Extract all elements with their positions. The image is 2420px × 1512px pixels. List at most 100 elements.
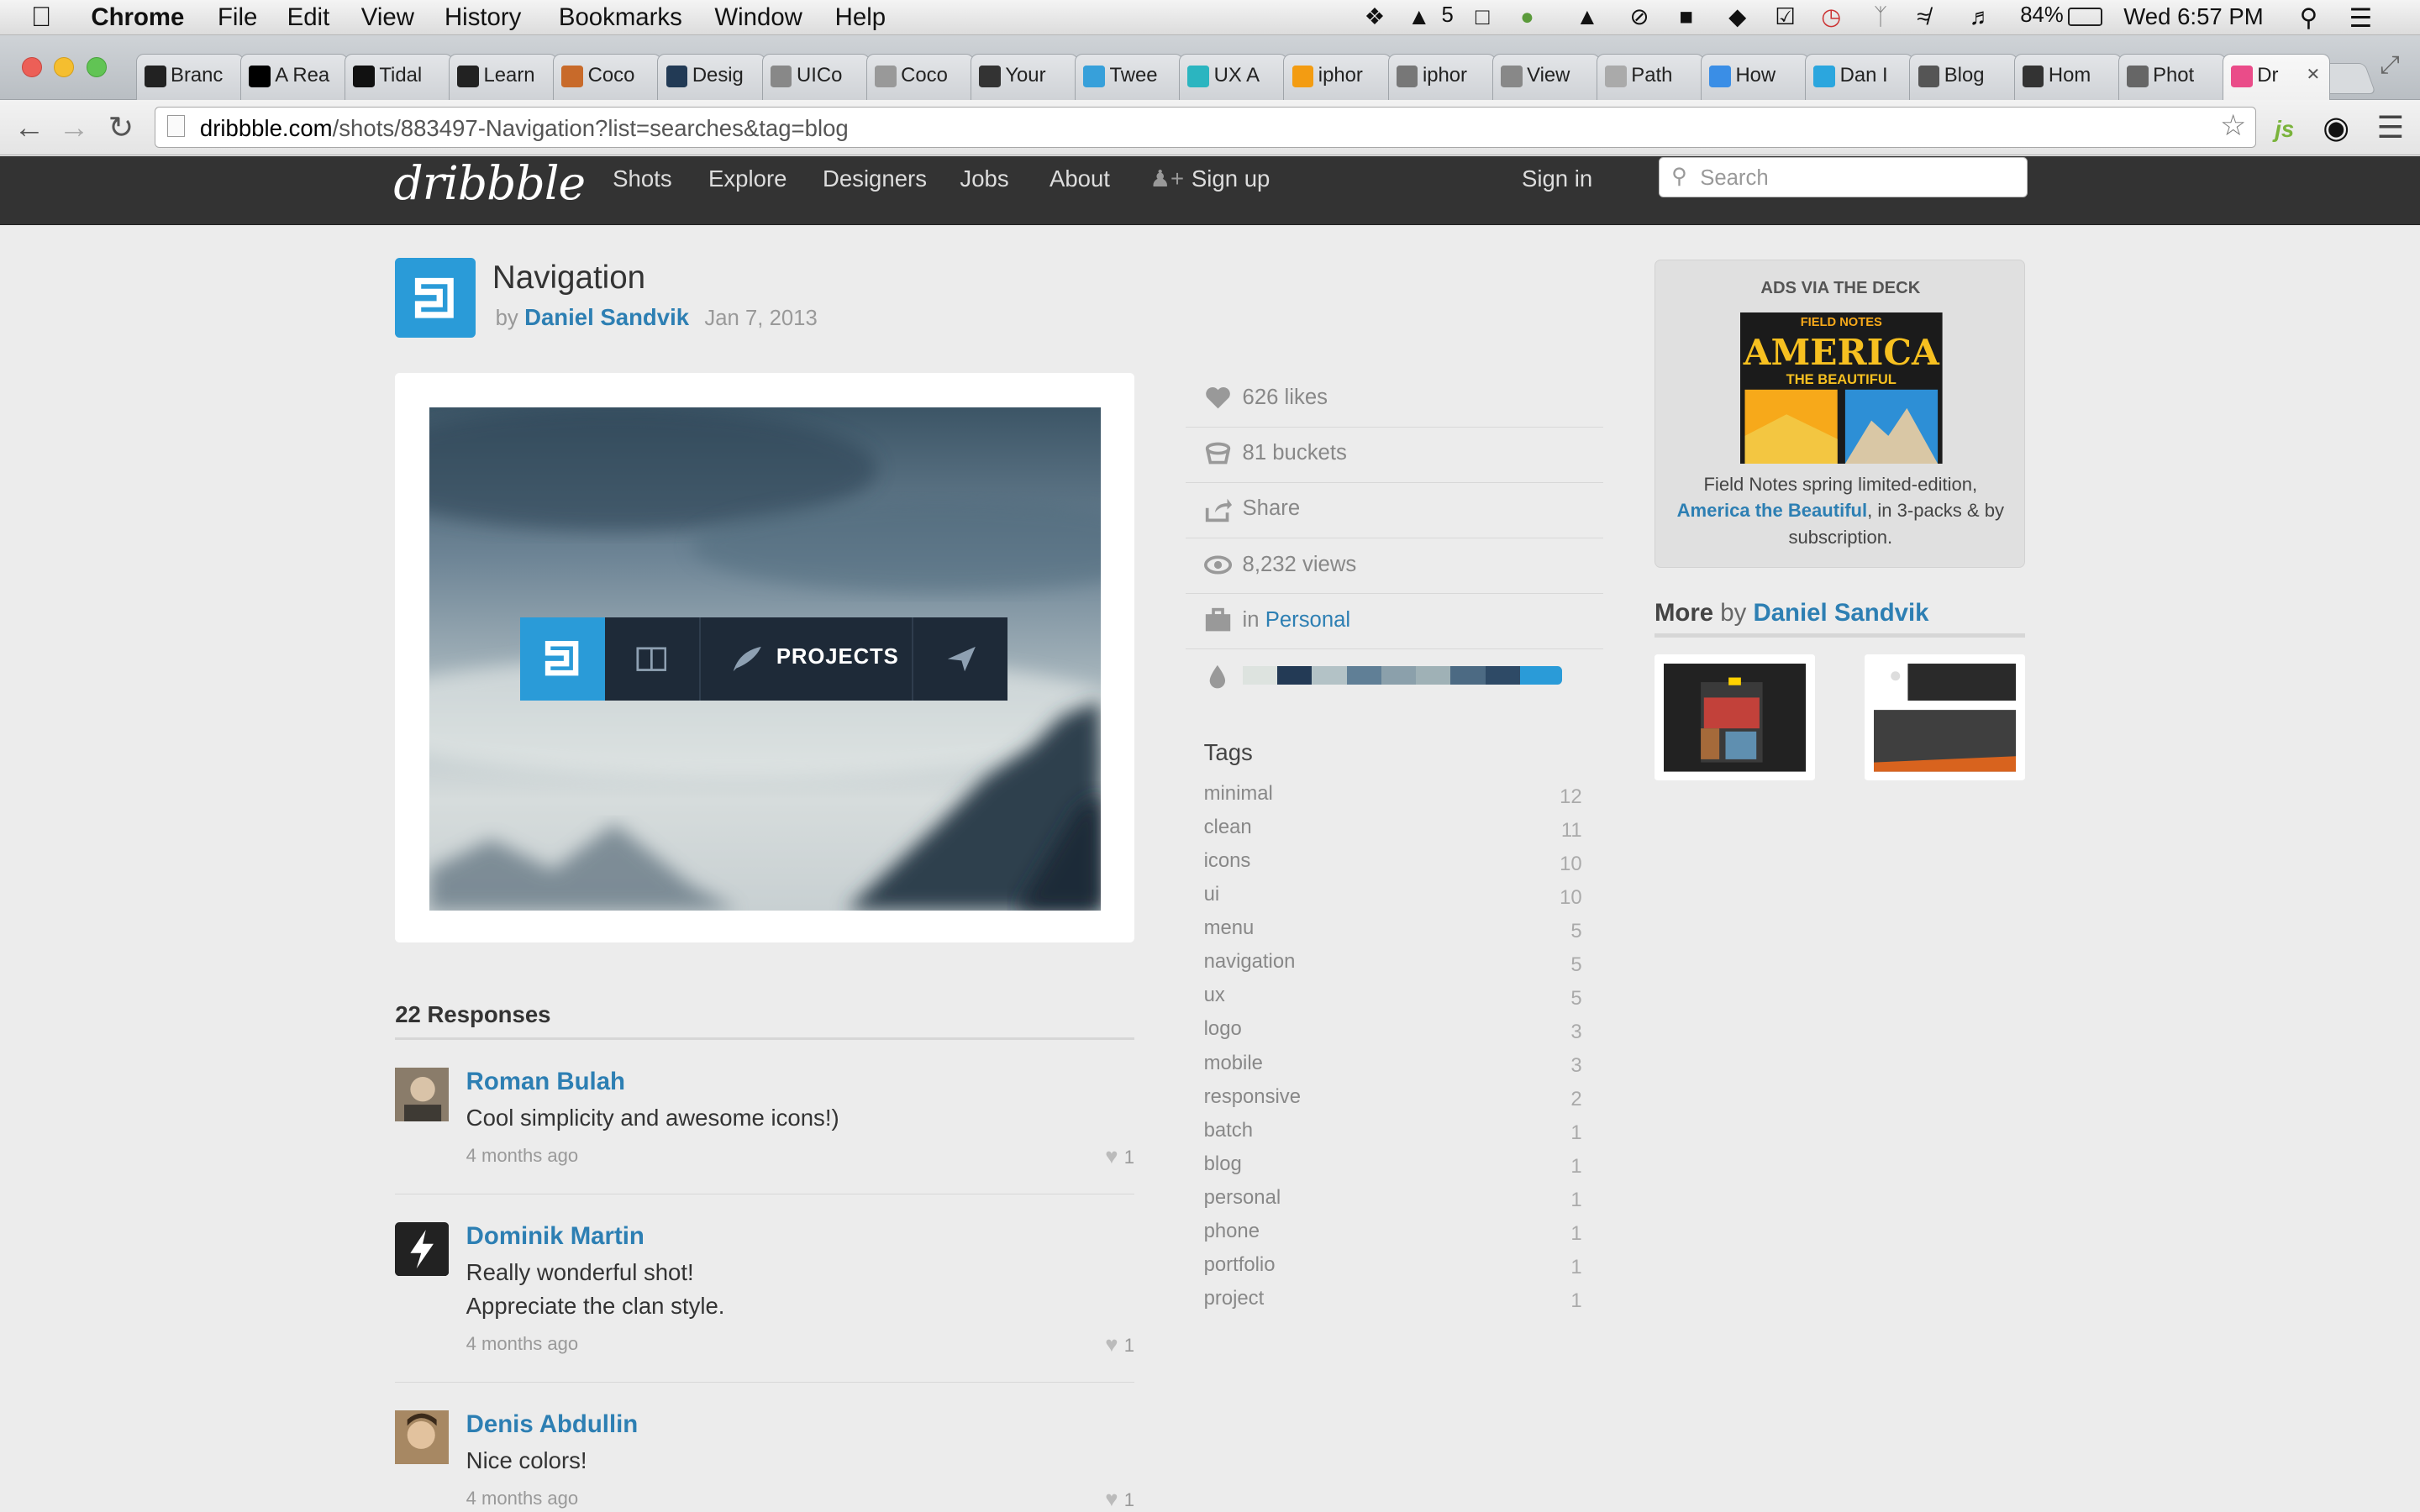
- more-shot-thumb-2[interactable]: [1864, 654, 2025, 781]
- commenter-name[interactable]: Denis Abdullin: [466, 1410, 639, 1439]
- tag-item[interactable]: logo 3: [1204, 1017, 1582, 1043]
- designer-avatar[interactable]: [395, 257, 476, 339]
- tag-item[interactable]: personal 1: [1204, 1186, 1582, 1212]
- camera-icon[interactable]: ■: [1679, 3, 1693, 30]
- commenter-avatar[interactable]: [395, 1067, 450, 1122]
- dropbox-icon[interactable]: ❖: [1365, 3, 1386, 30]
- comment-like[interactable]: ♥ 1: [1105, 1145, 1134, 1169]
- tag-item[interactable]: navigation 5: [1204, 950, 1582, 976]
- tag-item[interactable]: ui 10: [1204, 883, 1582, 909]
- clock[interactable]: Wed 6:57 PM: [2123, 3, 2263, 30]
- nav-shots[interactable]: Shots: [613, 165, 671, 192]
- chrome-menu-icon[interactable]: ☰: [2377, 111, 2405, 144]
- tag-item[interactable]: ux 5: [1204, 984, 1582, 1010]
- tag-item[interactable]: menu 5: [1204, 916, 1582, 942]
- wifi-icon[interactable]: ≉: [1917, 3, 1929, 30]
- nav-designers[interactable]: Designers: [823, 165, 927, 192]
- browser-tab[interactable]: Path: [1596, 54, 1705, 101]
- search-input[interactable]: Search: [1659, 157, 2028, 198]
- menu-history[interactable]: History: [445, 3, 521, 32]
- hat-icon[interactable]: ▲: [1576, 3, 1598, 30]
- browser-tab[interactable]: Blog: [1909, 54, 2018, 101]
- browser-tab[interactable]: UX A: [1179, 54, 1287, 101]
- nav-signin[interactable]: Sign in: [1522, 165, 1592, 192]
- tag-item[interactable]: responsive 2: [1204, 1085, 1582, 1111]
- browser-tab[interactable]: Branc: [135, 54, 245, 101]
- browser-tab[interactable]: UICo: [761, 54, 871, 101]
- browser-tab[interactable]: Tidal: [344, 54, 453, 101]
- close-window-button[interactable]: [21, 56, 42, 77]
- close-tab-icon[interactable]: ✕: [2306, 64, 2320, 85]
- color-swatch[interactable]: [1312, 666, 1348, 685]
- likes-stat[interactable]: 626 likes: [1185, 372, 1604, 428]
- tag-item[interactable]: phone 1: [1204, 1220, 1582, 1246]
- more-author-link[interactable]: Daniel Sandvik: [1754, 599, 1929, 627]
- eye-extension-icon[interactable]: ◉: [2323, 111, 2349, 144]
- color-swatch[interactable]: [1416, 666, 1452, 685]
- spotlight-icon[interactable]: ⚲: [2300, 3, 2318, 33]
- browser-tab[interactable]: Dr ✕: [2222, 54, 2331, 101]
- menu-help[interactable]: Help: [835, 3, 886, 32]
- sync-icon[interactable]: ⊘: [1630, 3, 1649, 30]
- tag-item[interactable]: batch 1: [1204, 1119, 1582, 1145]
- more-shot-thumb-1[interactable]: [1654, 654, 1815, 781]
- apple-icon[interactable]: : [31, 2, 52, 34]
- commenter-name[interactable]: Dominik Martin: [466, 1222, 644, 1251]
- menu-file[interactable]: File: [218, 3, 257, 32]
- browser-tab[interactable]: How: [1701, 54, 1809, 101]
- commenter-name[interactable]: Roman Bulah: [466, 1068, 625, 1096]
- tag-item[interactable]: portfolio 1: [1204, 1253, 1582, 1279]
- menu-edit[interactable]: Edit: [287, 3, 330, 32]
- share-stat[interactable]: Share: [1185, 483, 1604, 538]
- fullscreen-icon[interactable]: ⤢: [2380, 51, 2400, 80]
- battery-icon[interactable]: [2068, 8, 2102, 27]
- author-link[interactable]: Daniel Sandvik: [524, 304, 689, 330]
- browser-tab[interactable]: iphor: [1387, 54, 1497, 101]
- color-swatch[interactable]: [1276, 666, 1313, 685]
- nav-about[interactable]: About: [1050, 165, 1110, 192]
- js-extension-icon[interactable]: js: [2275, 113, 2294, 146]
- comment-like[interactable]: ♥ 1: [1105, 1333, 1134, 1357]
- minimize-window-button[interactable]: [54, 56, 75, 77]
- browser-tab[interactable]: Coco: [553, 54, 661, 101]
- color-swatch[interactable]: [1381, 666, 1418, 685]
- bird-icon[interactable]: ◆: [1728, 3, 1746, 30]
- evernote-icon[interactable]: ●: [1520, 3, 1534, 30]
- bookmark-star-icon[interactable]: ☆: [2220, 109, 2246, 143]
- ad-link[interactable]: America the Beautiful: [1677, 500, 1868, 521]
- color-swatch[interactable]: [1520, 666, 1562, 685]
- browser-tab[interactable]: Dan I: [1805, 54, 1913, 101]
- browser-tab[interactable]: Phot: [2118, 54, 2227, 101]
- browser-tab[interactable]: Hom: [2013, 54, 2123, 101]
- menu-app-name[interactable]: Chrome: [91, 3, 184, 32]
- browser-tab[interactable]: A Rea: [239, 54, 349, 101]
- color-swatch[interactable]: [1450, 666, 1486, 685]
- back-icon[interactable]: ←: [14, 111, 45, 144]
- address-bar[interactable]: dribbble.com/shots/883497-Navigation?lis…: [154, 106, 2257, 149]
- color-swatch[interactable]: [1346, 666, 1382, 685]
- volume-icon[interactable]: ♬: [1970, 3, 1993, 30]
- browser-tab[interactable]: Twee: [1075, 54, 1183, 101]
- bluetooth-icon[interactable]: ᛉ: [1874, 3, 1888, 30]
- tag-item[interactable]: mobile 3: [1204, 1052, 1582, 1078]
- browser-tab[interactable]: View: [1491, 54, 1601, 101]
- reload-icon[interactable]: ↻: [108, 111, 134, 144]
- check-icon[interactable]: ☑: [1775, 3, 1796, 30]
- color-swatch[interactable]: [1242, 666, 1278, 685]
- tag-item[interactable]: icons 10: [1204, 849, 1582, 875]
- browser-tab[interactable]: Your: [970, 54, 1079, 101]
- commenter-avatar[interactable]: [395, 1221, 450, 1276]
- project-link[interactable]: Personal: [1265, 608, 1350, 632]
- tag-item[interactable]: blog 1: [1204, 1152, 1582, 1179]
- menu-view[interactable]: View: [361, 3, 414, 32]
- dribbble-logo[interactable]: dribbble: [393, 156, 586, 210]
- nav-explore[interactable]: Explore: [708, 165, 786, 192]
- buckets-stat[interactable]: 81 buckets: [1185, 428, 1604, 483]
- shot-image[interactable]: PROJECTS: [429, 407, 1101, 911]
- ad-image[interactable]: FIELD NOTES AMERICA THE BEAUTIFUL: [1739, 312, 1943, 464]
- browser-tab[interactable]: Desig: [657, 54, 765, 101]
- nav-signup[interactable]: Sign up: [1192, 165, 1270, 192]
- commenter-avatar[interactable]: [395, 1410, 450, 1465]
- notification-center-icon[interactable]: ☰: [2349, 3, 2372, 34]
- screen-icon[interactable]: □: [1476, 3, 1490, 30]
